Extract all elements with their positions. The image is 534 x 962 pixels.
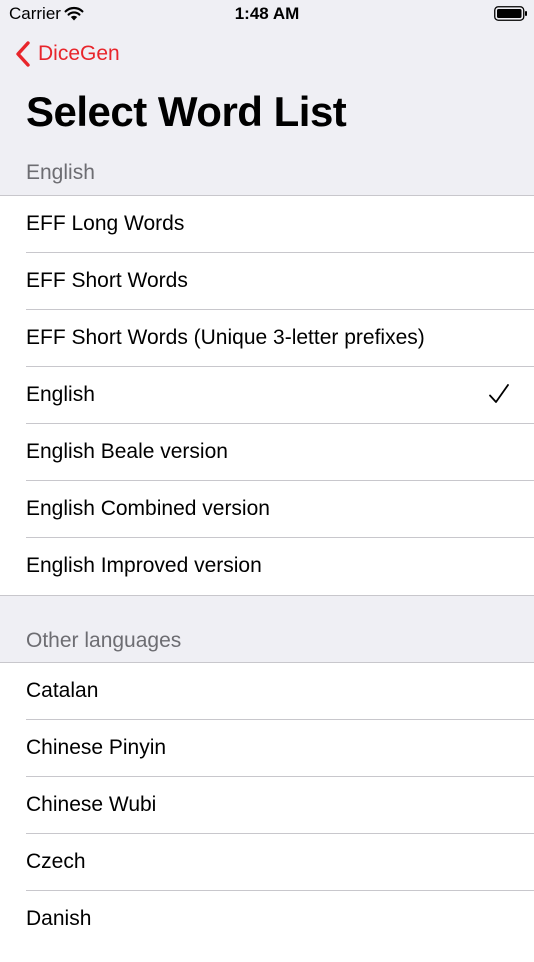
list-item-label: Catalan [26,679,99,702]
list-item-label: Chinese Wubi [26,793,157,816]
list-item-english[interactable]: English [0,367,534,424]
list-item-english-beale[interactable]: English Beale version [0,424,534,481]
checkmark-icon [489,384,509,403]
list-item-chinese-pinyin[interactable]: Chinese Pinyin [0,720,534,777]
page-title: Select Word List [26,88,347,135]
section-header-english: English [26,161,95,184]
list-item-label: English Beale version [26,440,228,463]
status-time: 1:48 AM [234,4,300,23]
list-item-danish[interactable]: Danish [0,891,534,948]
list-item-chinese-wubi[interactable]: Chinese Wubi [0,777,534,834]
list-item-eff-long-words[interactable]: EFF Long Words [0,196,534,253]
list-item-english-combined[interactable]: English Combined version [0,481,534,538]
battery-icon [494,6,527,21]
list-item-catalan[interactable]: Catalan [0,663,534,720]
status-bar: Carrier 1:48 AM [0,0,534,28]
back-label: DiceGen [38,42,120,65]
list-item-label: English Improved version [26,554,262,577]
list-item-label: EFF Short Words [26,269,188,292]
list-item-label: Danish [26,907,92,930]
list-item-label: Czech [26,850,86,873]
list-item-english-improved[interactable]: English Improved version [0,538,534,595]
list-item-czech[interactable]: Czech [0,834,534,891]
chevron-left-icon [16,41,30,67]
word-list-section-other-languages: Catalan Chinese Pinyin Chinese Wubi Czec… [0,662,534,962]
section-header-other-languages: Other languages [26,629,182,652]
list-item-label: English Combined version [26,497,270,520]
list-item-label: Chinese Pinyin [26,736,167,759]
navigation-bar: DiceGen [0,30,534,80]
list-item-label: English [26,383,95,406]
back-button[interactable]: DiceGen [14,39,120,69]
list-item-eff-short-words[interactable]: EFF Short Words [0,253,534,310]
list-item-label: EFF Short Words (Unique 3-letter prefixe… [26,326,425,349]
list-item-label: EFF Long Words [26,212,185,235]
list-item-eff-short-words-unique[interactable]: EFF Short Words (Unique 3-letter prefixe… [0,310,534,367]
word-list-section-english: EFF Long Words EFF Short Words EFF Short… [0,195,534,596]
